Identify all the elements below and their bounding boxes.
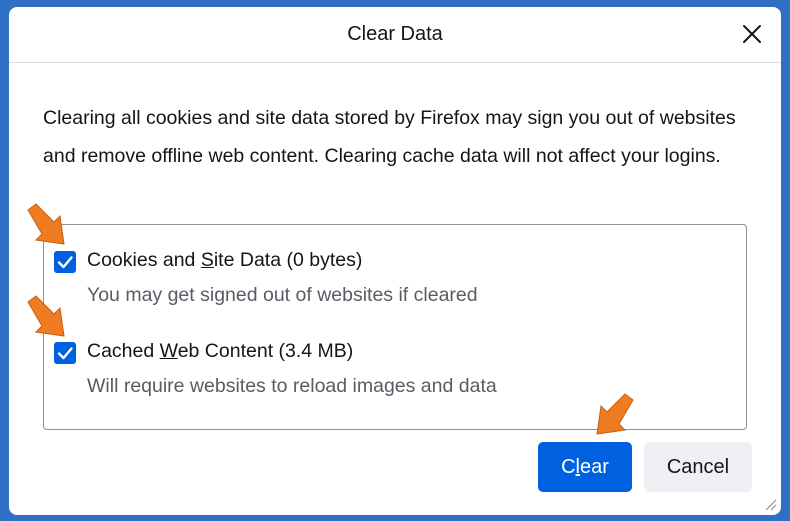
clear-options-group: Cookies and Site Data (0 bytes) You may … — [43, 224, 747, 430]
clear-data-dialog: Clear Data Clearing all cookies and site… — [9, 7, 781, 515]
cancel-button[interactable]: Cancel — [644, 442, 752, 492]
cached-web-content-description: Will require websites to reload images a… — [87, 375, 497, 397]
cookies-site-data-description: You may get signed out of websites if cl… — [87, 284, 478, 306]
cached-web-content-checkbox[interactable] — [54, 342, 76, 364]
cookies-site-data-label[interactable]: Cookies and Site Data (0 bytes) — [87, 249, 362, 272]
resize-grip-icon[interactable] — [761, 495, 777, 511]
dialog-description: Clearing all cookies and site data store… — [43, 107, 736, 167]
clear-button[interactable]: Clear — [538, 442, 632, 492]
checkmark-icon — [57, 347, 73, 360]
checkmark-icon — [57, 256, 73, 269]
cached-web-content-label[interactable]: Cached Web Content (3.4 MB) — [87, 340, 353, 363]
close-button[interactable] — [737, 19, 767, 49]
dialog-titlebar: Clear Data — [9, 7, 781, 63]
dialog-title: Clear Data — [347, 23, 443, 45]
close-icon — [743, 25, 761, 43]
cookies-site-data-checkbox[interactable] — [54, 251, 76, 273]
